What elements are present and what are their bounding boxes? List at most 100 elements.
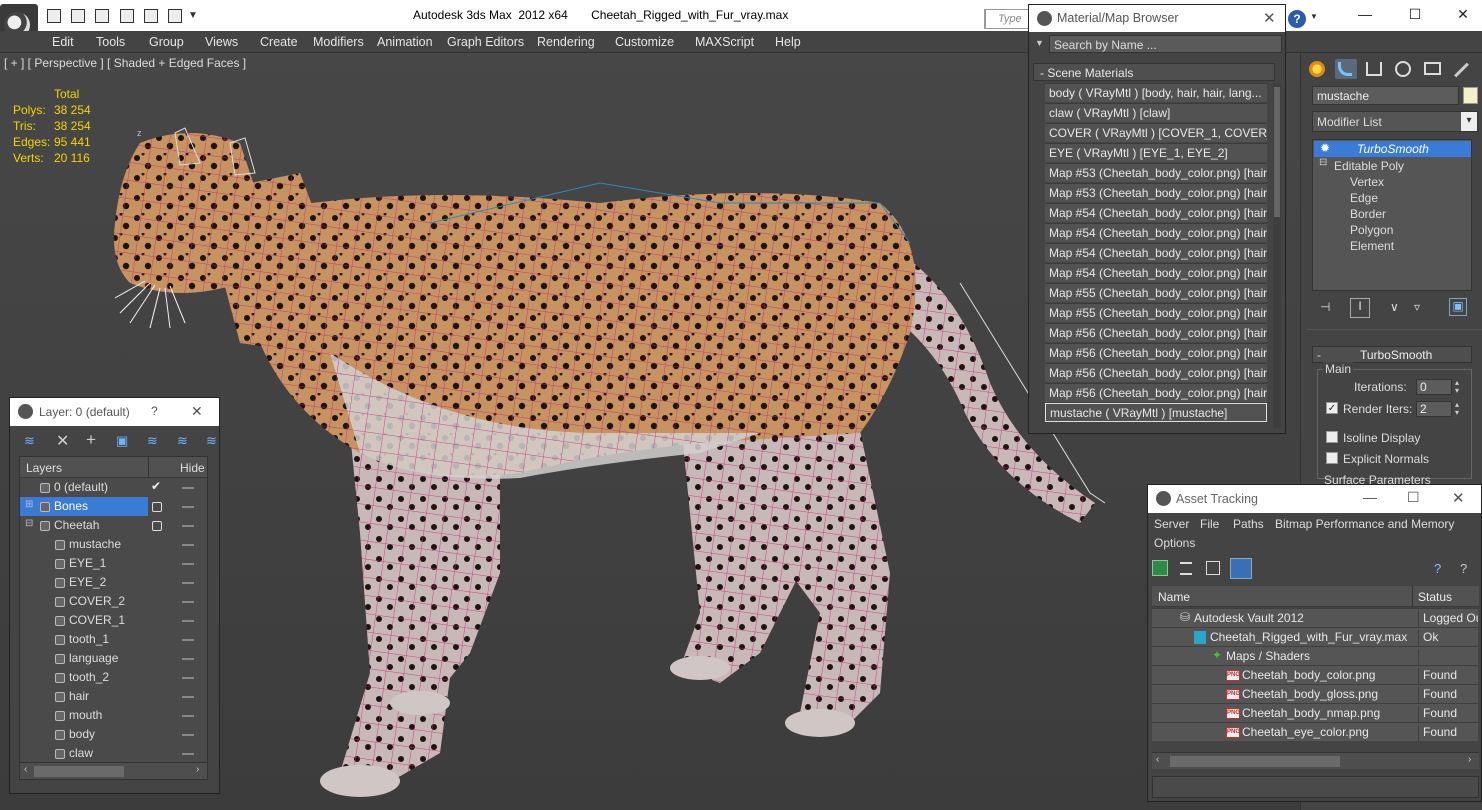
turbosmooth-rollout-header[interactable]: - TurboSmooth: [1312, 346, 1472, 363]
menu-group[interactable]: Group: [149, 35, 184, 49]
material-list[interactable]: body ( VRayMtl ) [body, hair, hair, lang…: [1029, 83, 1285, 431]
chevron-down-icon[interactable]: ▼: [1035, 38, 1044, 48]
material-item[interactable]: body ( VRayMtl ) [body, hair, hair, lang…: [1045, 83, 1267, 102]
scroll-left-icon[interactable]: ‹: [1156, 754, 1159, 765]
material-item[interactable]: Map #54 (Cheetah_body_color.png) [hair]: [1045, 223, 1267, 242]
hide-toggle[interactable]: [182, 715, 194, 717]
hide-toggle[interactable]: [182, 734, 194, 736]
asset-path-field[interactable]: [1152, 776, 1479, 798]
check-icon[interactable]: ✔: [151, 479, 161, 493]
maximize-button[interactable]: ☐: [1404, 6, 1426, 24]
scroll-left-icon[interactable]: ‹: [24, 764, 27, 775]
hide-toggle[interactable]: [182, 753, 194, 755]
hide-toggle[interactable]: [182, 544, 194, 546]
vault-help-icon[interactable]: ?: [1434, 561, 1441, 576]
material-item[interactable]: Map #56 (Cheetah_body_color.png) [hair]: [1045, 343, 1267, 362]
hide-toggle[interactable]: [182, 601, 194, 603]
asset-row[interactable]: ⛁ Autodesk Vault 2012 Logged Out: [1152, 608, 1478, 628]
asset-row[interactable]: Cheetah_Rigged_with_Fur_vray.max Ok: [1152, 627, 1478, 647]
delete-layer-icon[interactable]: ✕: [56, 431, 69, 451]
chevron-down-icon[interactable]: ▾: [1461, 112, 1477, 131]
material-item[interactable]: Map #55 (Cheetah_body_color.png) [hair]: [1045, 283, 1267, 302]
minimize-button[interactable]: —: [1354, 6, 1376, 24]
collapse-icon[interactable]: ⊟: [1319, 157, 1327, 168]
list-view-icon[interactable]: [1180, 562, 1192, 575]
col-hide[interactable]: Hide: [180, 461, 205, 475]
stack-item-selected[interactable]: ✹ TurboSmooth: [1314, 141, 1471, 157]
new-file-icon[interactable]: [47, 9, 61, 23]
select-objects-icon[interactable]: ▣: [116, 433, 128, 449]
minimize-button[interactable]: —: [1363, 489, 1377, 505]
close-button[interactable]: ✕: [191, 403, 203, 420]
create-layer-icon[interactable]: ≋: [24, 433, 35, 449]
table-view-icon[interactable]: [1230, 558, 1252, 579]
search-input[interactable]: Type a: [985, 9, 1030, 29]
save-file-icon[interactable]: [95, 9, 109, 23]
hide-all-icon[interactable]: ≋: [177, 433, 188, 449]
render-iters-input[interactable]: 2: [1416, 401, 1452, 417]
col-name[interactable]: Name: [1158, 590, 1190, 604]
menu-file[interactable]: File: [1200, 517, 1219, 531]
help-icon[interactable]: ?: [1460, 561, 1467, 576]
scroll-thumb[interactable]: [1274, 87, 1280, 217]
hide-toggle[interactable]: [182, 506, 194, 508]
subobject-polygon[interactable]: Polygon: [1350, 223, 1393, 237]
help-button[interactable]: ?: [151, 404, 158, 418]
create-tab-icon[interactable]: [1307, 59, 1329, 79]
hold-icon[interactable]: [168, 9, 182, 23]
material-item[interactable]: Map #54 (Cheetah_body_color.png) [hair]: [1045, 263, 1267, 282]
hide-toggle[interactable]: [182, 582, 194, 584]
highlight-layer-icon[interactable]: ≋: [147, 433, 158, 449]
col-layers[interactable]: Layers: [26, 461, 62, 475]
thumbnail-view-icon[interactable]: [1206, 561, 1220, 575]
explicit-normals-checkbox[interactable]: [1326, 452, 1338, 464]
close-button[interactable]: ✕: [1452, 489, 1465, 507]
menu-help[interactable]: Help: [775, 35, 801, 49]
menu-graph-editors[interactable]: Graph Editors: [447, 35, 524, 49]
layer-row[interactable]: ⊟ Cheetah: [20, 516, 208, 535]
close-button[interactable]: ✕: [1263, 9, 1276, 27]
add-selection-icon[interactable]: +: [86, 430, 96, 450]
subobject-vertex[interactable]: Vertex: [1350, 175, 1384, 189]
material-item[interactable]: Map #54 (Cheetah_body_color.png) [hair]: [1045, 203, 1267, 222]
menu-edit[interactable]: Edit: [52, 35, 74, 49]
object-row[interactable]: mouth: [20, 706, 208, 725]
modify-tab-icon[interactable]: [1335, 59, 1357, 79]
hide-toggle[interactable]: [182, 487, 194, 489]
asset-row[interactable]: PNG Cheetah_eye_color.png Found: [1152, 722, 1478, 742]
modifier-stack[interactable]: ✹ TurboSmooth ⊟ Editable Poly Vertex Edg…: [1312, 139, 1472, 291]
object-row[interactable]: mustache: [20, 535, 208, 554]
menu-bitmap-performance[interactable]: Bitmap Performance and Memory: [1275, 517, 1454, 531]
material-item[interactable]: mustache ( VRayMtl ) [mustache]: [1045, 403, 1267, 422]
menu-create[interactable]: Create: [260, 35, 298, 49]
pin-stack-icon[interactable]: ⊣: [1320, 300, 1330, 314]
modifier-list-dropdown[interactable]: Modifier List ▾: [1312, 111, 1478, 132]
asset-row[interactable]: PNG Cheetah_body_nmap.png Found: [1152, 703, 1478, 723]
open-file-icon[interactable]: [71, 9, 85, 23]
lightbulb-icon[interactable]: ✹: [1320, 141, 1330, 155]
object-row[interactable]: body: [20, 725, 208, 744]
material-item[interactable]: Map #54 (Cheetah_body_color.png) [hair]: [1045, 243, 1267, 262]
menu-paths[interactable]: Paths: [1233, 517, 1264, 531]
hide-toggle[interactable]: [182, 563, 194, 565]
material-item[interactable]: claw ( VRayMtl ) [claw]: [1045, 103, 1267, 122]
menu-rendering[interactable]: Rendering: [537, 35, 595, 49]
collapse-icon[interactable]: ⊟: [25, 518, 33, 529]
undo-icon[interactable]: [120, 9, 134, 23]
object-row[interactable]: tooth_1: [20, 630, 208, 649]
chevron-down-icon[interactable]: ▼: [188, 10, 198, 21]
current-layer-icon[interactable]: [152, 521, 162, 531]
maximize-button[interactable]: ☐: [1407, 489, 1420, 506]
hide-toggle[interactable]: [182, 620, 194, 622]
motion-tab-icon[interactable]: [1393, 59, 1415, 79]
menu-animation[interactable]: Animation: [377, 35, 433, 49]
layer-list[interactable]: Layers Hide 0 (default) ✔ ⊞ Bones ⊟ Chee…: [19, 456, 208, 780]
scene-materials-group[interactable]: - Scene Materials: [1033, 63, 1275, 81]
hide-toggle[interactable]: [182, 525, 194, 527]
hierarchy-tab-icon[interactable]: [1363, 59, 1385, 79]
scroll-right-icon[interactable]: ›: [196, 764, 199, 775]
display-tab-icon[interactable]: [1421, 59, 1443, 79]
material-item[interactable]: Map #55 (Cheetah_body_color.png) [hair]: [1045, 303, 1267, 322]
menu-maxscript[interactable]: MAXScript: [695, 35, 754, 49]
menu-options[interactable]: Options: [1154, 536, 1195, 550]
